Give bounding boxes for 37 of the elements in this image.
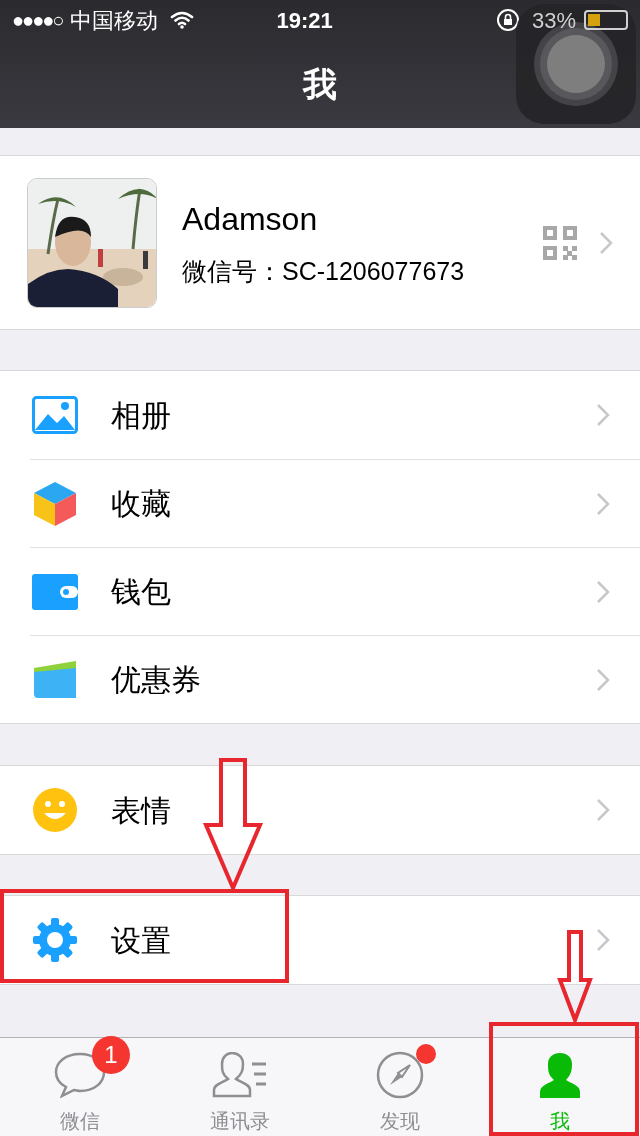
- status-time: 19:21: [276, 6, 333, 35]
- person-icon: [538, 1052, 582, 1098]
- wechat-id: 微信号：SC-1206077673: [182, 255, 465, 287]
- cube-icon: [33, 480, 77, 527]
- chevron-icon: [596, 667, 610, 692]
- qr-code-icon: [543, 225, 577, 260]
- chevron-icon: [596, 403, 610, 427]
- smiley-icon: [32, 787, 78, 833]
- chevron-icon: [596, 798, 610, 822]
- menu-item[interactable]: 设置: [0, 896, 640, 984]
- wallet-icon: [32, 573, 78, 610]
- profile-name: Adamson: [182, 199, 319, 239]
- carrier-name: 中国移动: [70, 6, 159, 35]
- chat-bubble-icon: [54, 1052, 106, 1098]
- menu-item[interactable]: 钱包: [30, 547, 640, 635]
- menu-item[interactable]: 收藏: [30, 459, 640, 547]
- chevron-icon: [596, 928, 610, 952]
- compass-icon: [376, 1051, 424, 1099]
- signal-dots: ●●●●○: [12, 8, 63, 33]
- wifi-icon: [170, 11, 195, 29]
- ticket-icon: [32, 659, 78, 700]
- chevron-icon: [599, 230, 613, 255]
- chevron-icon: [596, 491, 610, 516]
- chevron-icon: [596, 579, 610, 604]
- profile-card[interactable]: Adamson 微信号：SC-1206077673: [0, 155, 640, 330]
- battery-percent: 33%: [531, 6, 576, 35]
- menu-item[interactable]: 相册: [0, 371, 640, 459]
- menu-item[interactable]: 优惠券: [30, 635, 640, 723]
- menu-item[interactable]: 表情: [0, 766, 640, 854]
- page-title: 我: [303, 63, 337, 105]
- contacts-icon: [212, 1052, 268, 1098]
- rotation-lock-icon: [495, 8, 520, 32]
- unread-badge: 1: [92, 1036, 130, 1074]
- tab[interactable]: 1 微信: [0, 1038, 160, 1136]
- assistive-touch-button[interactable]: [516, 4, 636, 124]
- photo-icon: [32, 396, 78, 434]
- settings-icon: [32, 917, 78, 963]
